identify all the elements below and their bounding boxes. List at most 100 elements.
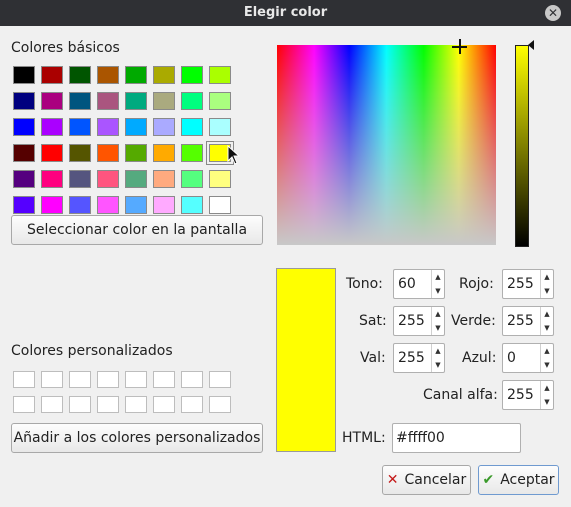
spin-down-icon[interactable]: ▼ — [432, 284, 444, 298]
basic-color-swatch[interactable] — [181, 170, 203, 188]
basic-color-swatch[interactable] — [153, 118, 175, 136]
basic-color-swatch[interactable] — [181, 66, 203, 84]
basic-color-swatch[interactable] — [13, 118, 35, 136]
basic-color-swatch[interactable] — [97, 66, 119, 84]
basic-color-swatch[interactable] — [13, 170, 35, 188]
spin-up-icon[interactable]: ▲ — [432, 344, 444, 358]
close-icon[interactable]: ✕ — [545, 5, 561, 21]
custom-color-slot[interactable] — [41, 371, 63, 388]
basic-color-swatch[interactable] — [41, 196, 63, 214]
basic-color-swatch[interactable] — [153, 170, 175, 188]
basic-color-swatch[interactable] — [209, 196, 231, 214]
spin-down-icon[interactable]: ▼ — [541, 284, 553, 298]
basic-color-swatch[interactable] — [181, 92, 203, 110]
basic-color-swatch[interactable] — [97, 196, 119, 214]
custom-color-slot[interactable] — [69, 371, 91, 388]
alpha-value: 255 — [507, 387, 534, 403]
basic-color-swatch[interactable] — [69, 92, 91, 110]
spin-up-icon[interactable]: ▲ — [432, 307, 444, 321]
value-slider[interactable] — [515, 45, 529, 247]
basic-color-swatch[interactable] — [69, 118, 91, 136]
custom-color-slot[interactable] — [97, 371, 119, 388]
custom-color-slot[interactable] — [125, 396, 147, 413]
spin-up-icon[interactable]: ▲ — [541, 381, 553, 395]
hue-saturation-picker[interactable] — [277, 45, 496, 245]
basic-color-swatch[interactable] — [125, 196, 147, 214]
basic-color-swatch[interactable] — [153, 66, 175, 84]
spin-down-icon[interactable]: ▼ — [432, 358, 444, 372]
basic-color-swatch[interactable] — [41, 170, 63, 188]
basic-color-swatch[interactable] — [209, 170, 231, 188]
basic-color-swatch[interactable] — [69, 66, 91, 84]
val-spinbox[interactable]: 255 ▲ ▼ — [393, 343, 445, 373]
custom-color-slot[interactable] — [41, 396, 63, 413]
basic-color-swatch[interactable] — [69, 144, 91, 162]
basic-color-swatch[interactable] — [41, 118, 63, 136]
basic-color-swatch[interactable] — [125, 66, 147, 84]
custom-color-slot[interactable] — [153, 396, 175, 413]
add-custom-color-button[interactable]: Añadir a los colores personalizados — [11, 423, 263, 453]
custom-color-slot[interactable] — [209, 371, 231, 388]
basic-color-swatch[interactable] — [13, 144, 35, 162]
basic-color-swatch[interactable] — [181, 144, 203, 162]
sat-spinbox[interactable]: 255 ▲ ▼ — [393, 306, 445, 336]
basic-color-swatch[interactable] — [153, 92, 175, 110]
blue-spinbox[interactable]: 0 ▲ ▼ — [502, 343, 554, 373]
basic-color-swatch[interactable] — [41, 144, 63, 162]
red-value: 255 — [507, 276, 534, 292]
basic-color-swatch[interactable] — [209, 92, 231, 110]
val-value: 255 — [398, 350, 425, 366]
custom-color-slot[interactable] — [181, 396, 203, 413]
custom-color-slot[interactable] — [153, 371, 175, 388]
html-hex-input[interactable]: #ffff00 — [392, 423, 521, 453]
pick-screen-color-button[interactable]: Seleccionar color en la pantalla — [11, 215, 263, 245]
spin-down-icon[interactable]: ▼ — [541, 395, 553, 409]
accept-button[interactable]: ✔ Aceptar — [478, 465, 559, 495]
spin-down-icon[interactable]: ▼ — [541, 358, 553, 372]
basic-color-swatch[interactable] — [97, 92, 119, 110]
value-marker-icon[interactable] — [528, 40, 534, 50]
basic-color-swatch[interactable] — [209, 118, 231, 136]
basic-color-swatch[interactable] — [181, 196, 203, 214]
custom-color-slot[interactable] — [125, 371, 147, 388]
window-title: Elegir color — [243, 5, 328, 20]
basic-color-swatch[interactable] — [97, 144, 119, 162]
basic-color-swatch[interactable] — [69, 170, 91, 188]
crosshair-icon[interactable] — [452, 39, 467, 54]
custom-color-slot[interactable] — [13, 371, 35, 388]
spin-up-icon[interactable]: ▲ — [541, 344, 553, 358]
spin-up-icon[interactable]: ▲ — [432, 270, 444, 284]
basic-color-swatch[interactable] — [69, 196, 91, 214]
basic-color-swatch[interactable] — [41, 92, 63, 110]
custom-color-slot[interactable] — [97, 396, 119, 413]
hue-spinbox[interactable]: 60 ▲ ▼ — [393, 269, 445, 299]
basic-color-swatch[interactable] — [153, 196, 175, 214]
basic-color-swatch[interactable] — [125, 118, 147, 136]
cancel-button[interactable]: ✕ Cancelar — [382, 465, 471, 495]
spin-down-icon[interactable]: ▼ — [432, 321, 444, 335]
basic-color-swatch[interactable] — [97, 118, 119, 136]
basic-color-swatch[interactable] — [209, 66, 231, 84]
basic-color-swatch[interactable] — [13, 196, 35, 214]
checkmark-icon: ✔ — [482, 472, 495, 488]
custom-color-slot[interactable] — [209, 396, 231, 413]
spin-down-icon[interactable]: ▼ — [541, 321, 553, 335]
basic-color-swatch[interactable] — [41, 66, 63, 84]
custom-color-slot[interactable] — [69, 396, 91, 413]
basic-color-swatch[interactable] — [13, 66, 35, 84]
alpha-spinbox[interactable]: 255 ▲ ▼ — [502, 380, 554, 410]
basic-color-swatch[interactable] — [125, 170, 147, 188]
basic-color-swatch[interactable] — [181, 118, 203, 136]
custom-color-slot[interactable] — [13, 396, 35, 413]
red-spinbox[interactable]: 255 ▲ ▼ — [502, 269, 554, 299]
green-label: Verde: — [451, 313, 496, 329]
spin-up-icon[interactable]: ▲ — [541, 307, 553, 321]
custom-color-slot[interactable] — [181, 371, 203, 388]
basic-color-swatch[interactable] — [13, 92, 35, 110]
spin-up-icon[interactable]: ▲ — [541, 270, 553, 284]
basic-color-swatch[interactable] — [125, 92, 147, 110]
basic-color-swatch[interactable] — [153, 144, 175, 162]
basic-color-swatch[interactable] — [97, 170, 119, 188]
green-spinbox[interactable]: 255 ▲ ▼ — [502, 306, 554, 336]
basic-color-swatch[interactable] — [125, 144, 147, 162]
